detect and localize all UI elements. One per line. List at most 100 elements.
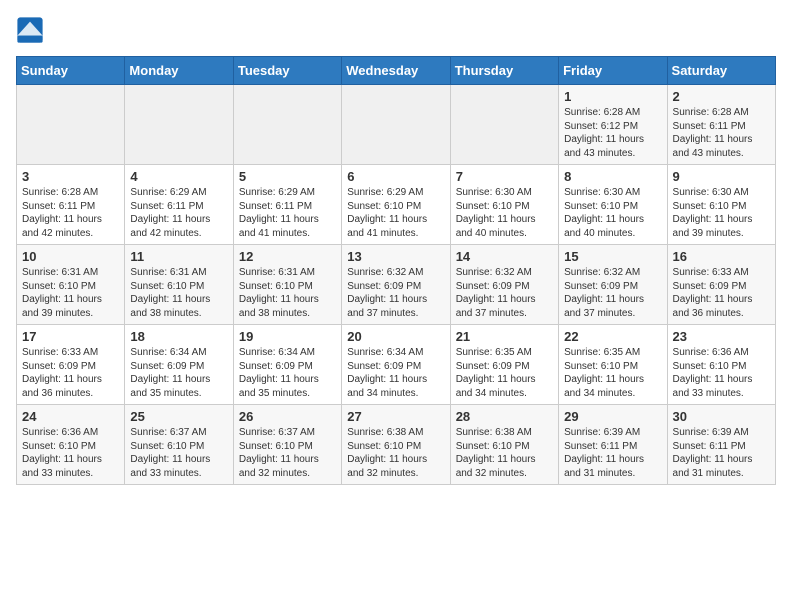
day-number: 11 [130, 249, 227, 264]
calendar-header-row: SundayMondayTuesdayWednesdayThursdayFrid… [17, 57, 776, 85]
cell-details: Sunrise: 6:34 AMSunset: 6:09 PMDaylight:… [347, 346, 444, 400]
day-number: 17 [22, 329, 119, 344]
day-number: 28 [456, 409, 553, 424]
cell-details: Sunrise: 6:34 AMSunset: 6:09 PMDaylight:… [239, 346, 336, 400]
day-number: 9 [673, 169, 770, 184]
day-number: 18 [130, 329, 227, 344]
calendar-cell: 3 Sunrise: 6:28 AMSunset: 6:11 PMDaylight… [17, 165, 125, 245]
weekday-header-sunday: Sunday [17, 57, 125, 85]
calendar-cell: 29Sunrise: 6:39 AMSunset: 6:11 PMDayligh… [559, 405, 667, 485]
calendar-week-4: 17 Sunrise: 6:33 AMSunset: 6:09 PMDayligh… [17, 325, 776, 405]
calendar-cell [450, 85, 558, 165]
day-number: 5 [239, 169, 336, 184]
weekday-header-tuesday: Tuesday [233, 57, 341, 85]
calendar-cell: 4 Sunrise: 6:29 AMSunset: 6:11 PMDaylight… [125, 165, 233, 245]
calendar-cell: 30 Sunrise: 6:39 AMSunset: 6:11 PMDayligh… [667, 405, 775, 485]
weekday-header-monday: Monday [125, 57, 233, 85]
day-number: 12 [239, 249, 336, 264]
day-number: 24 [22, 409, 119, 424]
calendar-cell: 17 Sunrise: 6:33 AMSunset: 6:09 PMDayligh… [17, 325, 125, 405]
calendar-cell: 26 Sunrise: 6:37 AMSunset: 6:10 PMDayligh… [233, 405, 341, 485]
cell-details: Sunrise: 6:31 AMSunset: 6:10 PMDaylight:… [239, 266, 336, 320]
cell-details: Sunrise: 6:37 AMSunset: 6:10 PMDaylight:… [130, 426, 227, 480]
cell-details: Sunrise: 6:28 AMSunset: 6:12 PMDaylight:… [564, 106, 661, 160]
cell-details: Sunrise: 6:39 AMSunset: 6:11 PMDaylight:… [673, 426, 770, 480]
calendar-cell: 10 Sunrise: 6:31 AMSunset: 6:10 PMDayligh… [17, 245, 125, 325]
day-number: 22 [564, 329, 661, 344]
calendar-cell: 12 Sunrise: 6:31 AMSunset: 6:10 PMDayligh… [233, 245, 341, 325]
cell-details: Sunrise: 6:32 AMSunset: 6:09 PMDaylight:… [456, 266, 553, 320]
day-number: 21 [456, 329, 553, 344]
calendar-cell: 14Sunrise: 6:32 AMSunset: 6:09 PMDayligh… [450, 245, 558, 325]
day-number: 27 [347, 409, 444, 424]
calendar-cell: 11 Sunrise: 6:31 AMSunset: 6:10 PMDayligh… [125, 245, 233, 325]
cell-details: Sunrise: 6:35 AMSunset: 6:10 PMDaylight:… [564, 346, 661, 400]
cell-details: Sunrise: 6:29 AMSunset: 6:11 PMDaylight:… [239, 186, 336, 240]
cell-details: Sunrise: 6:30 AMSunset: 6:10 PMDaylight:… [456, 186, 553, 240]
calendar-cell: 24 Sunrise: 6:36 AMSunset: 6:10 PMDayligh… [17, 405, 125, 485]
day-number: 15 [564, 249, 661, 264]
cell-details: Sunrise: 6:36 AMSunset: 6:10 PMDaylight:… [673, 346, 770, 400]
day-number: 23 [673, 329, 770, 344]
calendar-cell: 25Sunrise: 6:37 AMSunset: 6:10 PMDayligh… [125, 405, 233, 485]
calendar-cell: 8 Sunrise: 6:30 AMSunset: 6:10 PMDaylight… [559, 165, 667, 245]
calendar-cell: 21 Sunrise: 6:35 AMSunset: 6:09 PMDayligh… [450, 325, 558, 405]
cell-details: Sunrise: 6:28 AMSunset: 6:11 PMDaylight:… [673, 106, 770, 160]
day-number: 3 [22, 169, 119, 184]
day-number: 16 [673, 249, 770, 264]
day-number: 4 [130, 169, 227, 184]
calendar-cell: 28 Sunrise: 6:38 AMSunset: 6:10 PMDayligh… [450, 405, 558, 485]
cell-details: Sunrise: 6:33 AMSunset: 6:09 PMDaylight:… [673, 266, 770, 320]
calendar-cell [233, 85, 341, 165]
calendar-cell [342, 85, 450, 165]
cell-details: Sunrise: 6:30 AMSunset: 6:10 PMDaylight:… [673, 186, 770, 240]
day-number: 26 [239, 409, 336, 424]
cell-details: Sunrise: 6:32 AMSunset: 6:09 PMDaylight:… [564, 266, 661, 320]
cell-details: Sunrise: 6:39 AMSunset: 6:11 PMDaylight:… [564, 426, 661, 480]
calendar-cell: 2 Sunrise: 6:28 AMSunset: 6:11 PMDaylight… [667, 85, 775, 165]
day-number: 20 [347, 329, 444, 344]
day-number: 7 [456, 169, 553, 184]
cell-details: Sunrise: 6:33 AMSunset: 6:09 PMDaylight:… [22, 346, 119, 400]
calendar-cell: 16 Sunrise: 6:33 AMSunset: 6:09 PMDayligh… [667, 245, 775, 325]
day-number: 19 [239, 329, 336, 344]
cell-details: Sunrise: 6:35 AMSunset: 6:09 PMDaylight:… [456, 346, 553, 400]
cell-details: Sunrise: 6:29 AMSunset: 6:11 PMDaylight:… [130, 186, 227, 240]
cell-details: Sunrise: 6:32 AMSunset: 6:09 PMDaylight:… [347, 266, 444, 320]
day-number: 30 [673, 409, 770, 424]
cell-details: Sunrise: 6:28 AMSunset: 6:11 PMDaylight:… [22, 186, 119, 240]
calendar-cell: 15 Sunrise: 6:32 AMSunset: 6:09 PMDayligh… [559, 245, 667, 325]
weekday-header-saturday: Saturday [667, 57, 775, 85]
weekday-header-wednesday: Wednesday [342, 57, 450, 85]
logo-icon [16, 16, 44, 44]
cell-details: Sunrise: 6:31 AMSunset: 6:10 PMDaylight:… [130, 266, 227, 320]
cell-details: Sunrise: 6:36 AMSunset: 6:10 PMDaylight:… [22, 426, 119, 480]
cell-details: Sunrise: 6:30 AMSunset: 6:10 PMDaylight:… [564, 186, 661, 240]
cell-details: Sunrise: 6:38 AMSunset: 6:10 PMDaylight:… [347, 426, 444, 480]
day-number: 8 [564, 169, 661, 184]
day-number: 2 [673, 89, 770, 104]
calendar-cell: 13Sunrise: 6:32 AMSunset: 6:09 PMDayligh… [342, 245, 450, 325]
calendar-cell: 18 Sunrise: 6:34 AMSunset: 6:09 PMDayligh… [125, 325, 233, 405]
day-number: 10 [22, 249, 119, 264]
calendar-week-2: 3 Sunrise: 6:28 AMSunset: 6:11 PMDaylight… [17, 165, 776, 245]
day-number: 6 [347, 169, 444, 184]
calendar-cell: 20 Sunrise: 6:34 AMSunset: 6:09 PMDayligh… [342, 325, 450, 405]
day-number: 1 [564, 89, 661, 104]
cell-details: Sunrise: 6:29 AMSunset: 6:10 PMDaylight:… [347, 186, 444, 240]
calendar-cell: 1 Sunrise: 6:28 AMSunset: 6:12 PMDaylight… [559, 85, 667, 165]
calendar-cell: 22 Sunrise: 6:35 AMSunset: 6:10 PMDayligh… [559, 325, 667, 405]
calendar-week-5: 24 Sunrise: 6:36 AMSunset: 6:10 PMDayligh… [17, 405, 776, 485]
cell-details: Sunrise: 6:34 AMSunset: 6:09 PMDaylight:… [130, 346, 227, 400]
calendar-cell: 23 Sunrise: 6:36 AMSunset: 6:10 PMDayligh… [667, 325, 775, 405]
calendar-cell: 19 Sunrise: 6:34 AMSunset: 6:09 PMDayligh… [233, 325, 341, 405]
calendar-cell: 6 Sunrise: 6:29 AMSunset: 6:10 PMDaylight… [342, 165, 450, 245]
cell-details: Sunrise: 6:31 AMSunset: 6:10 PMDaylight:… [22, 266, 119, 320]
page-header [16, 16, 776, 44]
calendar-week-1: 1 Sunrise: 6:28 AMSunset: 6:12 PMDaylight… [17, 85, 776, 165]
logo [16, 16, 48, 44]
calendar-cell: 27 Sunrise: 6:38 AMSunset: 6:10 PMDayligh… [342, 405, 450, 485]
cell-details: Sunrise: 6:37 AMSunset: 6:10 PMDaylight:… [239, 426, 336, 480]
calendar-cell: 9 Sunrise: 6:30 AMSunset: 6:10 PMDaylight… [667, 165, 775, 245]
cell-details: Sunrise: 6:38 AMSunset: 6:10 PMDaylight:… [456, 426, 553, 480]
